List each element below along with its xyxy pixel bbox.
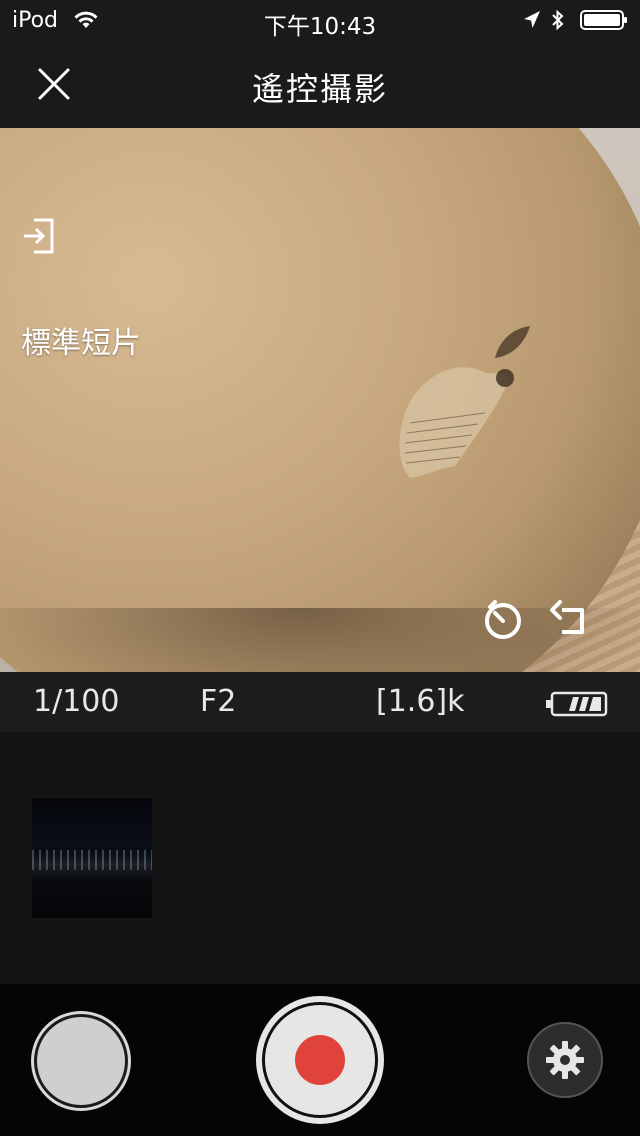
shutter-speed: 1/100 — [33, 684, 120, 719]
viewfinder-shadow — [0, 608, 640, 672]
control-bar — [0, 984, 640, 1136]
record-dot — [295, 1035, 345, 1085]
viewfinder-subject — [0, 128, 640, 672]
rotate-icon[interactable] — [548, 598, 592, 640]
aperture-value: F2 — [200, 684, 237, 719]
page-title: 遙控攝影 — [251, 70, 388, 108]
battery-icon — [580, 10, 627, 30]
thumbnail-city-lights — [32, 850, 152, 870]
media-gallery — [0, 732, 640, 984]
status-time: 下午10:43 — [263, 14, 377, 40]
mode-button[interactable] — [34, 1014, 128, 1108]
apple-logo-icon — [399, 326, 530, 478]
remaining-capacity: [1.6]k — [376, 684, 465, 719]
camera-battery-icon — [546, 691, 608, 717]
gear-icon — [546, 1041, 584, 1079]
bluetooth-icon — [552, 9, 564, 31]
settings-button[interactable] — [527, 1022, 603, 1098]
exposure-info-bar: 1/100 F2 [1.6]k — [0, 672, 640, 732]
record-button[interactable] — [256, 996, 384, 1124]
status-bar: iPod 下午10:43 — [0, 0, 640, 40]
camera-viewfinder[interactable]: 標準短片 — [0, 128, 640, 672]
shooting-mode-label[interactable]: 標準短片 — [21, 318, 141, 362]
nav-bar: 遙控攝影 — [0, 40, 640, 128]
location-arrow-icon — [524, 11, 540, 28]
night-city-thumbnail[interactable] — [32, 798, 152, 918]
exit-icon[interactable] — [22, 216, 56, 256]
timer-icon[interactable] — [482, 598, 524, 640]
